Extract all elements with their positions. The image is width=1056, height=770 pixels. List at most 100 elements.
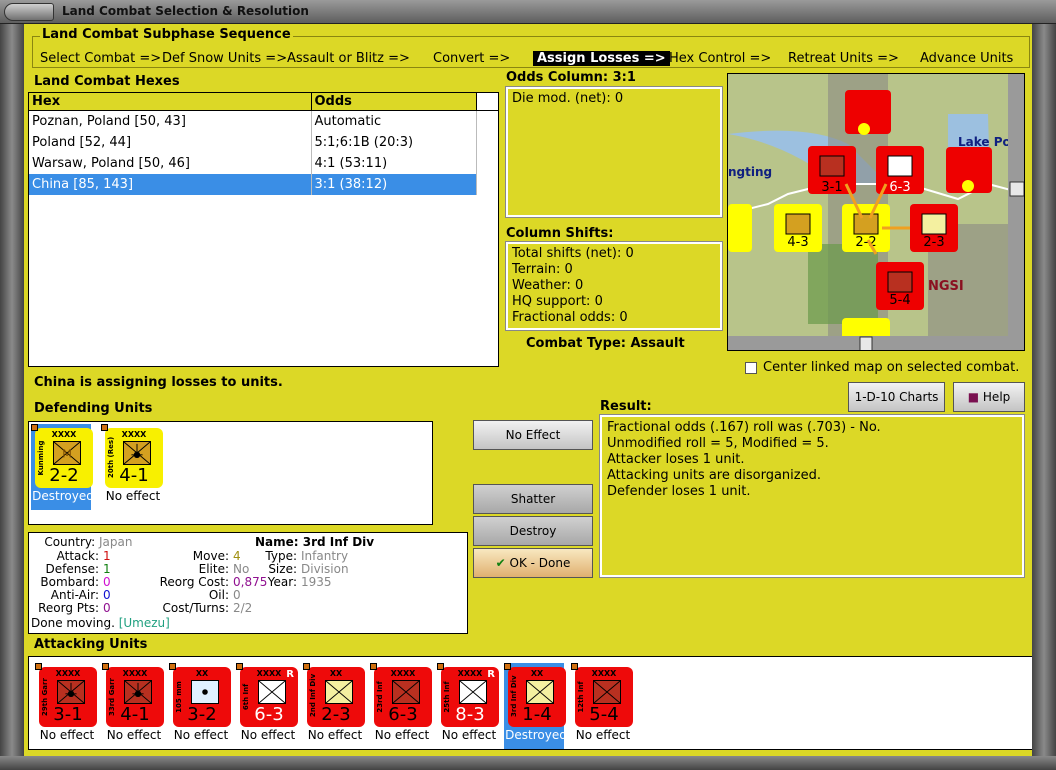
result-line: Fractional odds (.167) roll was (.703) -… <box>607 420 881 435</box>
linked-map[interactable]: Lake Po ngting NGSI 3-1 6-3 4-3 2-2 2-3 … <box>727 73 1025 351</box>
country-value: Japan <box>99 535 133 549</box>
center-map-checkbox[interactable] <box>745 361 757 374</box>
column-odds[interactable]: Odds <box>311 93 477 111</box>
left-frame <box>0 24 24 770</box>
result-line: Attacking units are disorganized. <box>607 468 821 483</box>
counter-tile[interactable]: XXXX 20th (Res) 4-1 <box>105 428 163 488</box>
unit-counter[interactable]: XXXX 23rd Inf 6-3 No effect <box>370 663 432 749</box>
svg-text:4-3: 4-3 <box>787 235 808 250</box>
attack-label: Attack: <box>56 549 99 563</box>
shift-item: HQ support: 0 <box>512 294 603 309</box>
odds-box: Die mod. (net): 0 <box>505 86 723 218</box>
counter-tile[interactable]: XXXX 23rd Inf 6-3 <box>374 667 432 727</box>
hex-row[interactable]: China [85, 143] 3:1 (38:12) <box>29 173 498 195</box>
help-button[interactable]: ■ Help <box>953 382 1025 412</box>
no-effect-button[interactable]: No Effect <box>473 420 593 450</box>
status-marker-icon <box>571 663 578 670</box>
map-view[interactable]: Lake Po ngting NGSI 3-1 6-3 4-3 2-2 2-3 … <box>728 74 1025 351</box>
map-horizontal-scrollbar[interactable] <box>728 336 1025 351</box>
ok-done-button[interactable]: ✔ OK - Done <box>473 548 593 578</box>
unit-counter[interactable]: XXXX 33rd Garr 4-1 No effect <box>102 663 164 749</box>
unit-counter[interactable]: XXXX 12th Inf 5-4 No effect <box>571 663 633 749</box>
die-mod: Die mod. (net): 0 <box>512 91 624 106</box>
unit-type-icon: M <box>53 441 81 465</box>
right-frame <box>1032 24 1056 770</box>
unit-counter[interactable]: XX 2nd Inf Div 2-3 No effect <box>303 663 365 749</box>
unit-result: Destroyed <box>32 489 94 503</box>
unit-counter[interactable]: XXXX 29th Garr 3-1 No effect <box>35 663 97 749</box>
unit-type-icon <box>325 680 353 704</box>
status-marker-icon <box>102 663 109 670</box>
hex-row[interactable]: Poznan, Poland [50, 43] Automatic <box>29 110 498 132</box>
destroy-button[interactable]: Destroy <box>473 516 593 546</box>
reserve-marker: R <box>286 669 294 680</box>
type-label: Type: <box>265 549 297 563</box>
done-moving: Done moving. <box>31 616 115 630</box>
country-label: Country: <box>44 535 96 549</box>
map-counter[interactable]: 5-4 <box>876 262 924 310</box>
counter-tile[interactable]: XX 3rd Inf Div 1-4 <box>508 667 566 727</box>
map-counter-aircraft[interactable] <box>946 147 992 193</box>
counter-tile[interactable]: XXXX 29th Garr 3-1 <box>39 667 97 727</box>
subphase-title: Land Combat Subphase Sequence <box>40 27 293 42</box>
hex-cell: Warsaw, Poland [50, 46] <box>29 152 312 174</box>
counter-tile[interactable]: XXXX R 6th Inf 6-3 <box>240 667 298 727</box>
unit-name: Name: 3rd Inf Div <box>255 535 375 549</box>
checkmark-icon: ✔ <box>495 556 506 570</box>
counter-tile[interactable]: XX 2nd Inf Div 2-3 <box>307 667 365 727</box>
counter-tile[interactable]: XXXX M Kunming 2-2 <box>35 428 93 488</box>
counter-tile[interactable]: XXXX R 25th Inf 8-3 <box>441 667 499 727</box>
counter-tile[interactable]: XX 105 mm 3-2 <box>173 667 231 727</box>
hex-row[interactable]: Poland [52, 44] 5:1;6:1B (20:3) <box>29 131 498 153</box>
size-value: Division <box>301 562 349 576</box>
map-hscroll-thumb[interactable] <box>859 336 873 351</box>
svg-text:2-3: 2-3 <box>923 235 944 250</box>
unit-counter[interactable]: XXXX R 6th Inf 6-3 No effect <box>236 663 298 749</box>
unit-type-icon <box>191 680 219 704</box>
svg-text:5-4: 5-4 <box>889 293 910 308</box>
map-vertical-scrollbar[interactable] <box>1008 74 1025 336</box>
counter-tile[interactable]: XXXX 33rd Garr 4-1 <box>106 667 164 727</box>
bombard-value: 0 <box>103 575 111 589</box>
attacking-units-title: Attacking Units <box>34 637 148 652</box>
leader-name: [Umezu] <box>118 616 170 630</box>
unit-strength: 2-2 <box>49 465 79 486</box>
map-vscroll-thumb[interactable] <box>1009 181 1024 197</box>
unit-result: No effect <box>173 728 229 742</box>
map-counter-aircraft[interactable] <box>845 90 891 135</box>
counter-tile[interactable]: XXXX 12th Inf 5-4 <box>575 667 633 727</box>
combat-type: Combat Type: Assault <box>526 336 685 351</box>
unit-type-icon <box>57 680 85 704</box>
reorgcost-label: Reorg Cost: <box>159 575 229 589</box>
column-shifts-box: Total shifts (net): 0 Terrain: 0 Weather: … <box>505 241 723 331</box>
subphase-step: Retreat Units => <box>788 51 899 66</box>
shift-item: Weather: 0 <box>512 278 584 293</box>
unit-result: No effect <box>575 728 631 742</box>
unit-type-icon <box>526 680 554 704</box>
window-menu-button[interactable] <box>4 3 54 21</box>
subphase-step: Def Snow Units => <box>162 51 288 66</box>
center-map-option[interactable]: Center linked map on selected combat. <box>745 360 1019 375</box>
unit-counter[interactable]: XXXX M Kunming 2-2 Destroyed <box>31 424 94 510</box>
svg-text:M: M <box>62 448 72 461</box>
unit-counter[interactable]: XXXX R 25th Inf 8-3 No effect <box>437 663 499 749</box>
subphase-step: Convert => <box>433 51 511 66</box>
unit-strength: 2-3 <box>321 704 351 725</box>
unit-result: No effect <box>307 728 363 742</box>
unit-counter[interactable]: XX 3rd Inf Div 1-4 Destroyed <box>504 663 567 749</box>
subphase-step: Assign Losses => <box>533 51 670 66</box>
column-hex[interactable]: Hex <box>29 93 312 111</box>
unit-result: No effect <box>39 728 95 742</box>
unit-strength: 1-4 <box>522 704 552 725</box>
odds-cell: 4:1 (53:11) <box>311 152 477 174</box>
map-counter[interactable]: 4-3 <box>774 204 822 252</box>
hex-row[interactable]: Warsaw, Poland [50, 46] 4:1 (53:11) <box>29 152 498 174</box>
unit-counter[interactable]: XX 105 mm 3-2 No effect <box>169 663 231 749</box>
map-counter[interactable]: 2-3 <box>910 204 958 252</box>
shatter-button[interactable]: Shatter <box>473 484 593 514</box>
map-counter[interactable] <box>728 204 752 252</box>
status-marker-icon <box>236 663 243 670</box>
charts-button[interactable]: 1-D-10 Charts <box>848 382 945 412</box>
unit-counter[interactable]: XXXX 20th (Res) 4-1 No effect <box>101 424 163 510</box>
map-label-town: ngting <box>728 165 772 179</box>
